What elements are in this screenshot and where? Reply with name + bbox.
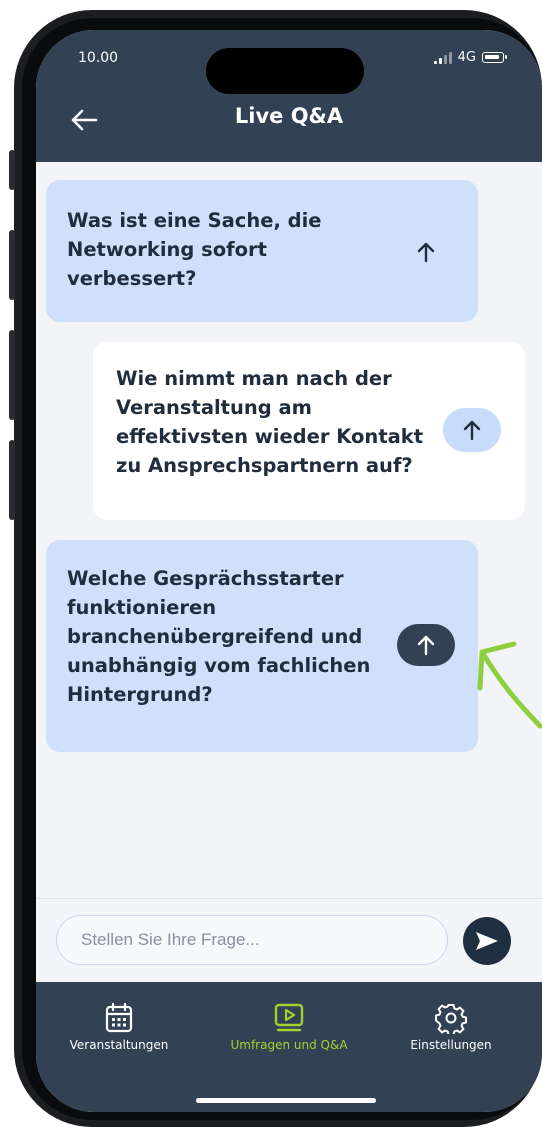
send-button[interactable] [463,917,511,965]
battery-icon [482,52,507,63]
side-button [9,440,15,520]
status-time: 10.00 [78,50,119,66]
tab-einstellungen[interactable]: Einstellungen [371,1002,531,1052]
tab-umfragen-und-qa[interactable]: Umfragen und Q&A [209,1002,369,1052]
send-icon [476,932,498,950]
upvote-button[interactable] [406,232,446,272]
app-header: 10.00 4G Live Q&A [36,30,542,162]
dynamic-island [206,48,364,94]
upvote-button[interactable] [443,408,501,452]
question-text: Wie nimmt man nach der Veranstaltung am … [116,367,424,477]
question-card: Wie nimmt man nach der Veranstaltung am … [93,342,525,520]
arrow-up-icon [417,242,435,263]
silent-switch [9,150,15,190]
tab-label: Einstellungen [410,1038,492,1052]
tab-label: Veranstaltungen [69,1038,169,1052]
page-title: Live Q&A [234,104,344,128]
calendar-icon [105,1002,133,1033]
volume-down-button [9,330,15,420]
app-screen: 10.00 4G Live Q&A Was ist eine Sache, di… [36,30,542,1112]
upvote-button-active[interactable] [397,624,455,666]
question-input[interactable] [56,915,448,965]
question-card: Was ist eine Sache, die Networking sofor… [46,180,478,322]
status-indicators: 4G [433,50,507,65]
question-card: Welche Gesprächsstarter funktionieren br… [46,540,478,752]
signal-icon [433,51,452,64]
gear-icon [435,1004,467,1034]
network-label: 4G [457,50,476,65]
arrow-up-icon [463,420,481,441]
bottom-tab-bar: Veranstaltungen Umfragen und Q&A Einstel… [36,982,542,1112]
tab-label: Umfragen und Q&A [230,1038,348,1052]
tab-veranstaltungen[interactable]: Veranstaltungen [39,1002,199,1052]
question-text: Was ist eine Sache, die Networking sofor… [67,209,322,290]
play-screen-icon [274,1003,304,1032]
home-indicator [196,1098,376,1103]
arrow-up-icon [417,635,435,656]
annotation-arrow-icon [477,641,542,729]
question-text: Welche Gesprächsstarter funktionieren br… [67,567,371,706]
question-composer [36,898,542,983]
volume-up-button [9,230,15,300]
